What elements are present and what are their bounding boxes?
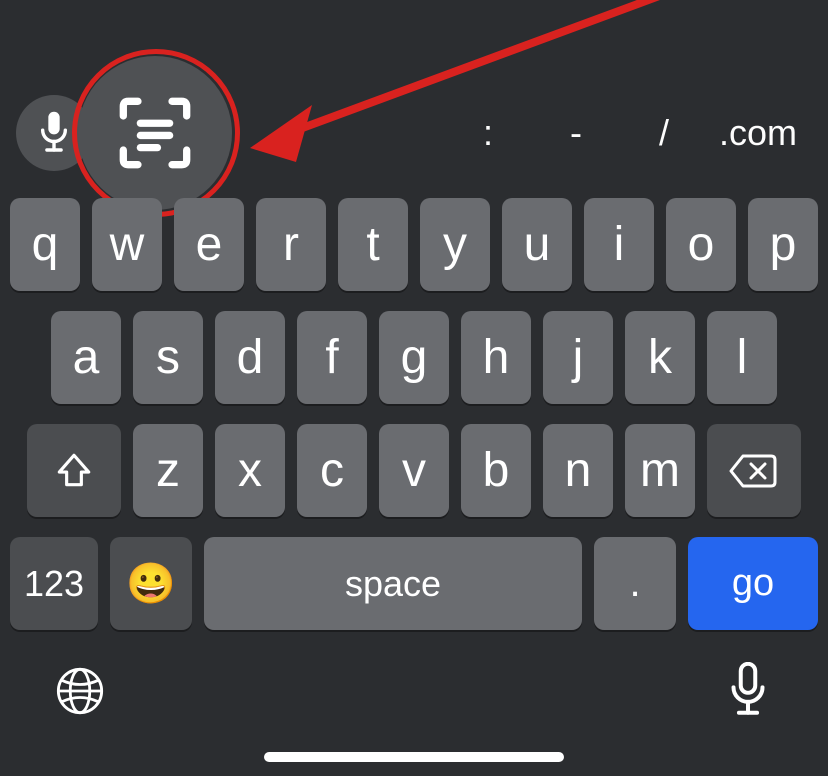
- globe-icon: [54, 665, 106, 717]
- dictation-bottom-button[interactable]: [718, 661, 778, 721]
- key-u[interactable]: u: [502, 198, 572, 291]
- key-h[interactable]: h: [461, 311, 531, 404]
- key-row-4: 123 😀 space . go: [10, 537, 818, 630]
- key-a[interactable]: a: [51, 311, 121, 404]
- emoji-key[interactable]: 😀: [110, 537, 192, 630]
- shift-key[interactable]: [27, 424, 121, 517]
- key-o[interactable]: o: [666, 198, 736, 291]
- backspace-icon: [729, 452, 779, 490]
- keyboard-bottom-bar: [0, 631, 828, 776]
- home-indicator[interactable]: [264, 752, 564, 762]
- shift-icon: [53, 450, 95, 492]
- key-x[interactable]: x: [215, 424, 285, 517]
- onscreen-keyboard: q w e r t y u i o p a s d f g h j k l z …: [10, 198, 818, 650]
- key-l[interactable]: l: [707, 311, 777, 404]
- key-b[interactable]: b: [461, 424, 531, 517]
- key-q[interactable]: q: [10, 198, 80, 291]
- key-n[interactable]: n: [543, 424, 613, 517]
- space-key[interactable]: space: [204, 537, 582, 630]
- shortcut-slash[interactable]: /: [620, 112, 708, 154]
- key-j[interactable]: j: [543, 311, 613, 404]
- key-row-3: z x c v b n m: [10, 424, 818, 517]
- url-shortcut-bar: : - / .com: [444, 88, 808, 178]
- scan-text-icon: [116, 94, 194, 172]
- key-c[interactable]: c: [297, 424, 367, 517]
- key-y[interactable]: y: [420, 198, 490, 291]
- shortcut-dash[interactable]: -: [532, 112, 620, 154]
- microphone-icon: [726, 662, 770, 720]
- keyboard-toolbar: : - / .com: [0, 88, 828, 178]
- key-s[interactable]: s: [133, 311, 203, 404]
- scan-text-button[interactable]: [78, 56, 232, 210]
- key-d[interactable]: d: [215, 311, 285, 404]
- key-w[interactable]: w: [92, 198, 162, 291]
- key-k[interactable]: k: [625, 311, 695, 404]
- key-e[interactable]: e: [174, 198, 244, 291]
- key-v[interactable]: v: [379, 424, 449, 517]
- shortcut-dotcom[interactable]: .com: [708, 112, 808, 154]
- key-g[interactable]: g: [379, 311, 449, 404]
- key-z[interactable]: z: [133, 424, 203, 517]
- key-row-1: q w e r t y u i o p: [10, 198, 818, 291]
- key-i[interactable]: i: [584, 198, 654, 291]
- key-r[interactable]: r: [256, 198, 326, 291]
- microphone-icon: [37, 110, 71, 156]
- key-p[interactable]: p: [748, 198, 818, 291]
- key-f[interactable]: f: [297, 311, 367, 404]
- backspace-key[interactable]: [707, 424, 801, 517]
- key-m[interactable]: m: [625, 424, 695, 517]
- numbers-key[interactable]: 123: [10, 537, 98, 630]
- globe-button[interactable]: [50, 661, 110, 721]
- period-key[interactable]: .: [594, 537, 676, 630]
- key-row-2: a s d f g h j k l: [10, 311, 818, 404]
- shortcut-colon[interactable]: :: [444, 112, 532, 154]
- key-t[interactable]: t: [338, 198, 408, 291]
- go-key[interactable]: go: [688, 537, 818, 630]
